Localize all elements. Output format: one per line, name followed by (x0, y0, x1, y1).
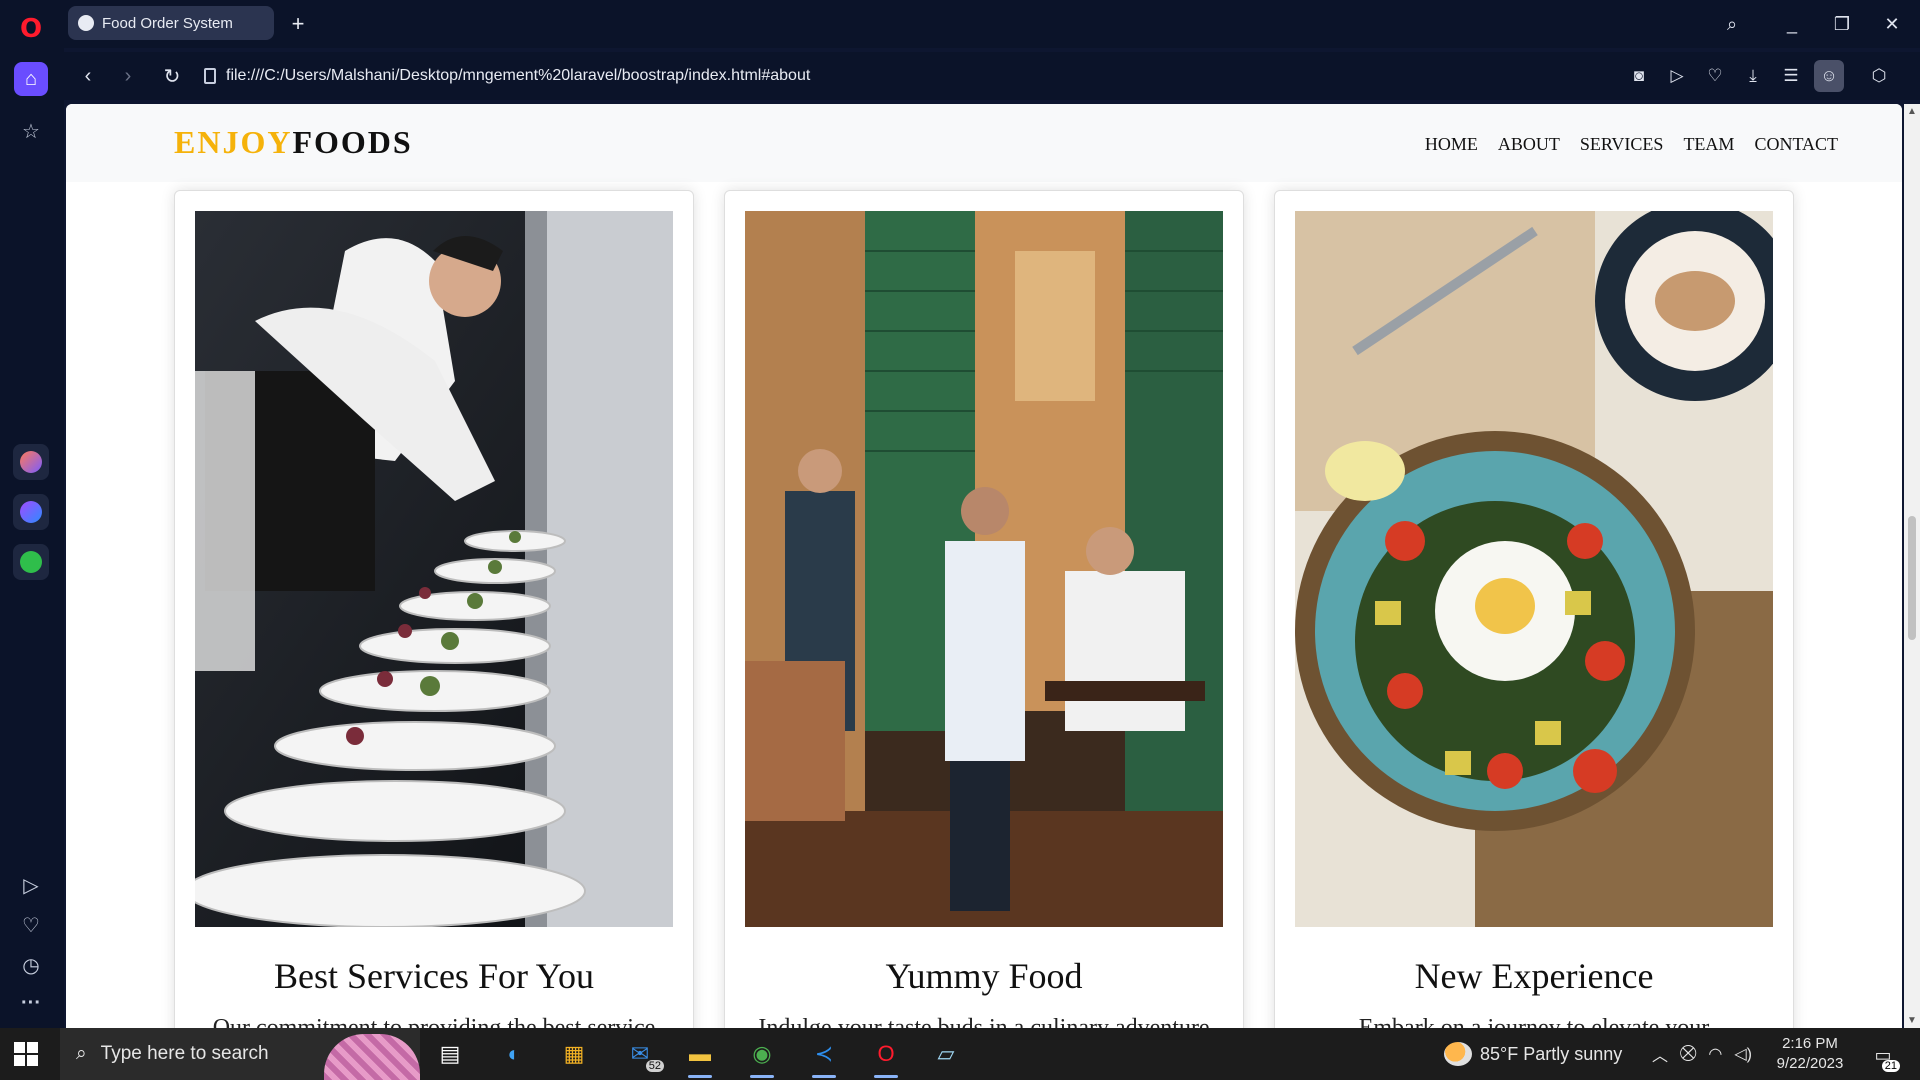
star-icon[interactable]: ☆ (14, 114, 48, 148)
wifi-icon[interactable]: ◠ (1708, 1044, 1722, 1064)
heart-icon[interactable]: ♡ (14, 908, 48, 942)
card-text: Embark on a journey to elevate your (1358, 1015, 1710, 1028)
search-icon[interactable]: ⌕ (1714, 8, 1750, 40)
edge-icon[interactable]: ◐ (494, 1034, 534, 1074)
camera-icon[interactable]: ◙ (1624, 60, 1654, 92)
messenger-icon[interactable] (13, 494, 49, 530)
chef-plating-photo (195, 211, 673, 927)
browser-sidebar: O ⌂ ☆ ▷ ♡ ◷ ··· (0, 0, 64, 1028)
tab-title: Food Order System (102, 14, 233, 32)
tab-bar: Food Order System + ⌕ _ ❐ ✕ (64, 0, 1920, 48)
nav-team[interactable]: TEAM (1683, 134, 1734, 155)
card-best-services: Best Services For You Our commitment to … (174, 190, 694, 1028)
main-nav: HOME ABOUT SERVICES TEAM CONTACT (1425, 134, 1838, 155)
notification-icon[interactable]: ▭ 21 (1866, 1038, 1900, 1072)
tab-food-order-system[interactable]: Food Order System (68, 6, 274, 40)
taskbar-search-input[interactable]: ⌕ Type here to search (60, 1028, 420, 1080)
restaurant-interior-photo (745, 211, 1223, 927)
card-text: Our commitment to providing the best ser… (212, 1015, 656, 1028)
profile-icon[interactable]: ☺ (1814, 60, 1844, 92)
nav-about[interactable]: ABOUT (1498, 134, 1560, 155)
taskbar: ⌕ Type here to search ▤ ◐ ▦ ✉ 52 ▬ ◉ ≺ O … (0, 1028, 1920, 1080)
notepad-icon[interactable]: ▱ (926, 1034, 966, 1074)
file-explorer-icon[interactable]: ▬ (680, 1034, 720, 1078)
network-status-icon[interactable]: ⛒ (1680, 1045, 1696, 1063)
mail-icon[interactable]: ✉ 52 (620, 1034, 664, 1074)
history-icon[interactable]: ◷ (14, 948, 48, 982)
partly-sunny-icon (1444, 1042, 1472, 1066)
system-tray: ︿ ⛒ ◠ ◁) (1652, 1028, 1752, 1080)
player-icon[interactable]: ▷ (14, 868, 48, 902)
page-viewport: ENJOYFOODS HOME ABOUT SERVICES TEAM CONT… (66, 104, 1902, 1028)
windows-start-icon[interactable] (14, 1042, 38, 1066)
task-view-icon[interactable]: ▤ (430, 1034, 470, 1074)
chevron-up-icon[interactable]: ︿ (1652, 1042, 1668, 1066)
nav-home[interactable]: HOME (1425, 134, 1478, 155)
clock-time: 2:16 PM (1782, 1035, 1838, 1052)
brand-logo[interactable]: ENJOYFOODS (174, 124, 413, 161)
search-icon: ⌕ (76, 1043, 87, 1064)
whatsapp-icon[interactable] (13, 544, 49, 580)
card-title: Best Services For You (273, 956, 595, 996)
url-field[interactable]: file:///C:/Users/Malshani/Desktop/mngeme… (204, 58, 1654, 94)
restore-button[interactable]: ❐ (1824, 8, 1860, 40)
opera-icon[interactable]: O (866, 1034, 906, 1078)
plus-icon[interactable]: + (284, 10, 312, 38)
home-icon[interactable]: ⌂ (14, 62, 48, 96)
card-title: New Experience (1414, 956, 1654, 996)
send-icon[interactable]: ▷ (1662, 60, 1692, 92)
card-text: Indulge your taste buds in a culinary ad… (758, 1015, 1210, 1028)
store-icon[interactable]: ▦ (554, 1034, 594, 1074)
scroll-up-icon[interactable]: ▲ (1907, 106, 1917, 117)
scrollbar[interactable]: ▲ ▼ (1904, 104, 1920, 1028)
site-header: ENJOYFOODS HOME ABOUT SERVICES TEAM CONT… (66, 104, 1902, 182)
url-text: file:///C:/Users/Malshani/Desktop/mngeme… (226, 67, 811, 84)
card-yummy-food: Yummy Food Indulge your taste buds in a … (724, 190, 1244, 1028)
chrome-icon[interactable]: ◉ (742, 1034, 782, 1078)
notification-count-badge: 21 (1881, 1060, 1900, 1072)
weather-text: 85°F Partly sunny (1480, 1043, 1623, 1064)
download-icon[interactable]: ⤓ (1738, 60, 1768, 92)
aria-app-icon[interactable] (13, 444, 49, 480)
speaker-icon[interactable]: ◁) (1734, 1044, 1752, 1064)
globe-icon (78, 15, 94, 31)
address-bar: ‹ › ↻ file:///C:/Users/Malshani/Desktop/… (64, 52, 1920, 100)
scroll-thumb[interactable] (1908, 516, 1916, 640)
weather-widget[interactable]: 85°F Partly sunny (1444, 1028, 1622, 1080)
nav-contact[interactable]: CONTACT (1754, 134, 1838, 155)
close-icon[interactable]: ✕ (1874, 8, 1910, 40)
search-placeholder: Type here to search (100, 1043, 269, 1064)
back-icon[interactable]: ‹ (72, 60, 104, 92)
forward-icon[interactable]: › (112, 60, 144, 92)
menu-icon[interactable]: ☰ (1776, 60, 1806, 92)
clock-date: 9/22/2023 (1776, 1055, 1844, 1072)
mail-count-badge: 52 (645, 1060, 664, 1072)
salad-bowl-photo (1295, 211, 1773, 927)
vscode-icon[interactable]: ≺ (804, 1034, 844, 1078)
clock[interactable]: 2:16 PM 9/22/2023 (1774, 1034, 1846, 1074)
heart-icon[interactable]: ♡ (1700, 60, 1730, 92)
search-highlight-decoration (324, 1034, 420, 1080)
extensions-icon[interactable]: ⬡ (1864, 60, 1894, 92)
minimize-button[interactable]: _ (1774, 8, 1810, 40)
card-new-experience: New Experience Embark on a journey to el… (1274, 190, 1794, 1028)
scroll-down-icon[interactable]: ▼ (1907, 1015, 1917, 1026)
card-title: Yummy Food (885, 956, 1083, 996)
reload-icon[interactable]: ↻ (156, 60, 188, 92)
opera-logo-icon[interactable]: O (14, 12, 48, 46)
page-icon (204, 68, 216, 84)
nav-services[interactable]: SERVICES (1580, 134, 1664, 155)
more-icon[interactable]: ··· (14, 986, 48, 1020)
